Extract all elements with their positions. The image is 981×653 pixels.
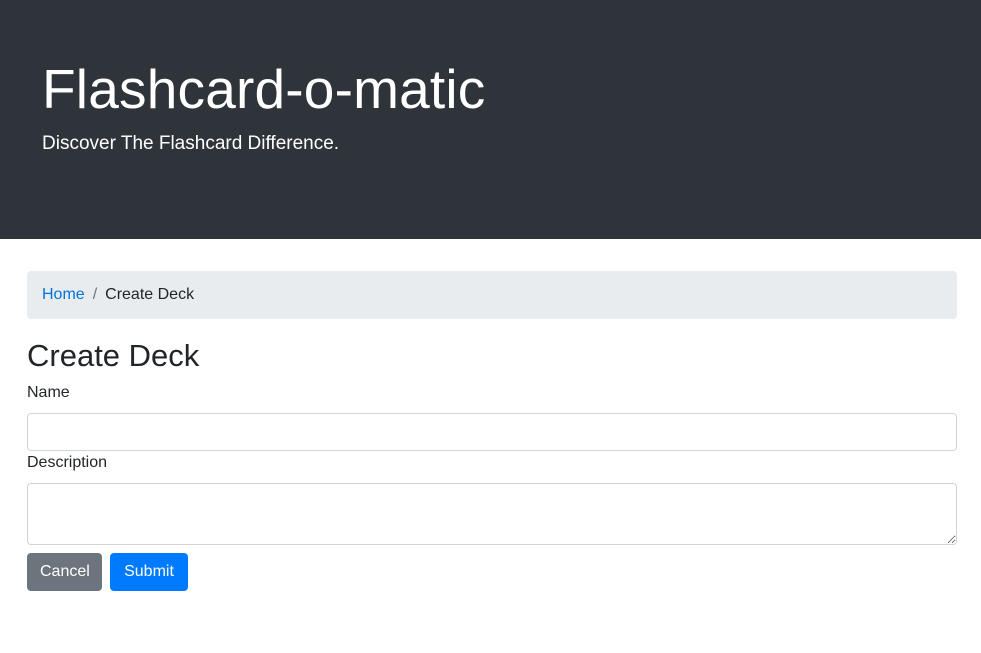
description-textarea[interactable]: [27, 483, 957, 545]
page-title: Create Deck: [27, 338, 200, 373]
header-jumbotron: Flashcard-o-matic Discover The Flashcard…: [0, 0, 981, 239]
cancel-button[interactable]: Cancel: [27, 553, 102, 591]
name-input[interactable]: [27, 413, 957, 451]
app-title: Flashcard-o-matic: [42, 58, 486, 120]
submit-button[interactable]: Submit: [110, 553, 188, 591]
main-container: Home / Create Deck Create Deck Name Desc…: [27, 271, 957, 591]
breadcrumb-home-link[interactable]: Home: [42, 286, 85, 304]
breadcrumb-current: Create Deck: [105, 286, 195, 303]
breadcrumb-separator: /: [92, 286, 98, 303]
name-label: Name: [27, 384, 70, 401]
description-label: Description: [27, 454, 108, 471]
app-tagline: Discover The Flashcard Difference.: [42, 133, 340, 154]
breadcrumb: Home / Create Deck: [27, 271, 957, 319]
